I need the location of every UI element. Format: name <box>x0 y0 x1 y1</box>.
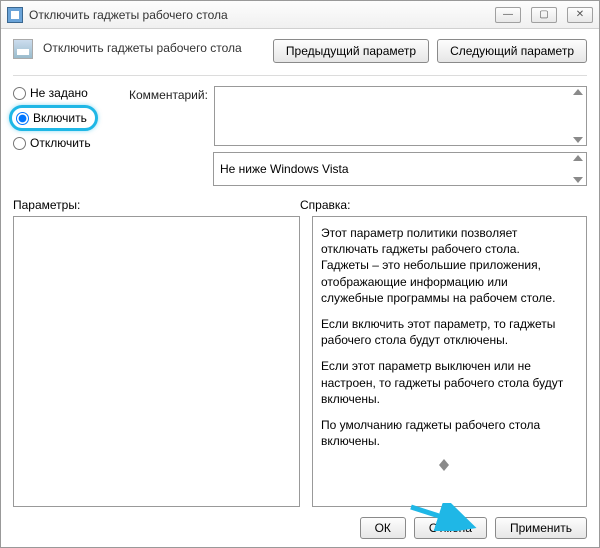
radio-disabled-label: Отключить <box>30 136 91 150</box>
scrollbar[interactable] <box>572 89 584 143</box>
comment-label: Комментарий: <box>129 86 208 144</box>
ok-button[interactable]: ОК <box>360 517 406 539</box>
scroll-down-icon <box>573 177 583 183</box>
titlebar[interactable]: Отключить гаджеты рабочего стола — ▢ ✕ <box>1 1 599 29</box>
window-buttons: — ▢ ✕ <box>495 7 593 23</box>
comment-textarea[interactable] <box>214 86 587 146</box>
help-paragraph: Если этот параметр выключен или не настр… <box>321 358 566 407</box>
policy-header-icon <box>13 39 33 59</box>
state-radios: Не задано Включить Отключить <box>13 86 123 186</box>
scroll-up-icon <box>573 155 583 161</box>
config-row: Не задано Включить Отключить Комментарий… <box>13 86 587 186</box>
nav-buttons: Предыдущий параметр Следующий параметр <box>273 39 587 63</box>
help-label: Справка: <box>300 198 587 212</box>
scroll-up-icon <box>573 89 583 95</box>
help-paragraph: Если включить этот параметр, то гаджеты … <box>321 316 566 348</box>
params-pane[interactable] <box>13 216 300 507</box>
footer: ОК Отмена Применить <box>13 507 587 539</box>
scroll-down-icon <box>439 465 449 471</box>
header-row: Отключить гаджеты рабочего стола Предыду… <box>13 39 587 63</box>
next-setting-button[interactable]: Следующий параметр <box>437 39 587 63</box>
client-area: Отключить гаджеты рабочего стола Предыду… <box>1 29 599 547</box>
policy-icon <box>7 7 23 23</box>
apply-button[interactable]: Применить <box>495 517 587 539</box>
policy-title: Отключить гаджеты рабочего стола <box>43 39 263 55</box>
radio-enabled-label: Включить <box>33 111 87 125</box>
radio-not-configured-label: Не задано <box>30 86 88 100</box>
divider <box>13 75 587 76</box>
comment-column: Комментарий: Не ниже Windows Vista <box>129 86 587 186</box>
supported-on-box[interactable]: Не ниже Windows Vista <box>213 152 587 186</box>
radio-not-configured-input[interactable] <box>13 87 26 100</box>
panes: Этот параметр политики позволяет отключа… <box>13 216 587 507</box>
cancel-button[interactable]: Отмена <box>414 517 487 539</box>
close-button[interactable]: ✕ <box>567 7 593 23</box>
previous-setting-button[interactable]: Предыдущий параметр <box>273 39 429 63</box>
dialog-window: Отключить гаджеты рабочего стола — ▢ ✕ О… <box>0 0 600 548</box>
minimize-button[interactable]: — <box>495 7 521 23</box>
params-label: Параметры: <box>13 198 300 212</box>
radio-enabled-input[interactable] <box>16 112 29 125</box>
window-title: Отключить гаджеты рабочего стола <box>29 8 495 22</box>
radio-disabled[interactable]: Отключить <box>13 136 123 150</box>
scroll-down-icon <box>573 137 583 143</box>
help-paragraph: По умолчанию гаджеты рабочего стола вклю… <box>321 417 566 449</box>
help-pane[interactable]: Этот параметр политики позволяет отключа… <box>312 216 587 507</box>
scrollbar[interactable] <box>572 155 584 183</box>
radio-not-configured[interactable]: Не задано <box>13 86 123 100</box>
help-paragraph: Этот параметр политики позволяет отключа… <box>321 225 566 306</box>
radio-disabled-input[interactable] <box>13 137 26 150</box>
section-labels: Параметры: Справка: <box>13 198 587 212</box>
highlight-enabled: Включить <box>9 105 98 131</box>
scrollbar[interactable] <box>321 459 566 471</box>
maximize-button[interactable]: ▢ <box>531 7 557 23</box>
radio-enabled[interactable]: Включить <box>16 111 87 125</box>
supported-on-value: Не ниже Windows Vista <box>220 162 349 176</box>
